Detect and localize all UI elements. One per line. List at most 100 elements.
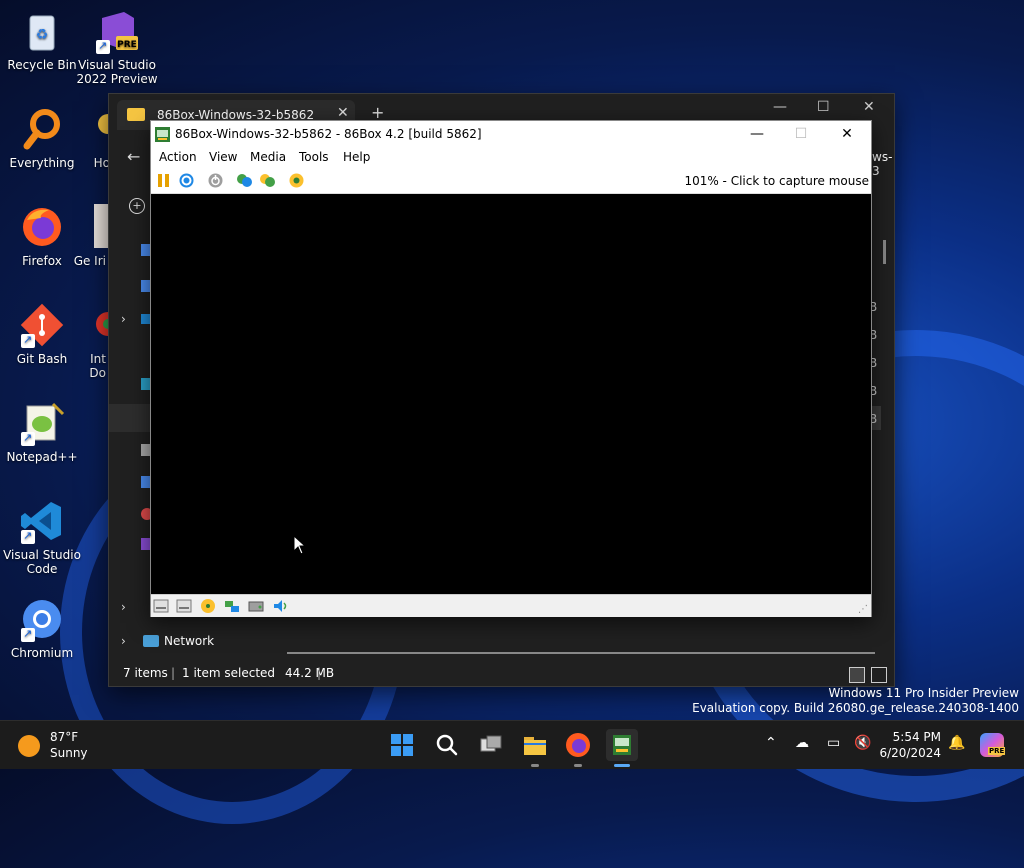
status-separator: | (317, 666, 322, 680)
visual-studio-icon: PRE (94, 8, 140, 54)
86box-menu-bar: Action View Media Tools Help (151, 148, 871, 168)
sound-icon[interactable] (272, 598, 288, 614)
desktop-icon-partial-ge[interactable]: Ge Iri (72, 204, 112, 268)
maximize-icon[interactable]: ☐ (781, 123, 821, 145)
86box-toolbar: 101% - Click to capture mouse (151, 168, 871, 194)
power-icon[interactable] (207, 172, 224, 189)
desktop-icon-label: Chromium (10, 646, 74, 660)
reset-icon[interactable] (178, 172, 195, 189)
ctrl-alt-del-icon[interactable] (236, 172, 253, 189)
86box-window[interactable]: 86Box-Windows-32-b5862 - 86Box 4.2 [buil… (150, 120, 872, 617)
close-icon[interactable]: ✕ (863, 99, 875, 115)
minimize-icon[interactable]: — (773, 99, 787, 115)
network-icon (143, 635, 159, 647)
network-icon[interactable] (224, 598, 240, 614)
ctrl-alt-esc-icon[interactable] (259, 172, 276, 189)
desktop-icon-visual-studio-2022[interactable]: PRE Visual Studio 2022 Preview (75, 8, 159, 86)
horizontal-scrollbar[interactable] (287, 652, 875, 654)
menu-tools[interactable]: Tools (299, 150, 329, 164)
desktop-icon-chromium[interactable]: Chromium (0, 596, 84, 660)
system-clock[interactable]: 5:54 PM 6/20/2024 (875, 729, 941, 761)
desktop-icon-notepad-plus-plus[interactable]: Notepad++ (0, 400, 84, 464)
watermark-line-1: Windows 11 Pro Insider Preview (828, 686, 1019, 700)
clock-time: 5:54 PM (892, 730, 941, 744)
chevron-right-icon[interactable]: › (121, 312, 126, 326)
start-button[interactable] (386, 729, 418, 761)
copilot-preview-icon[interactable]: PRE (980, 733, 1006, 757)
close-icon[interactable]: ✕ (827, 123, 867, 145)
shortcut-arrow-icon (96, 39, 110, 54)
desktop-icon-label: Int Do (89, 352, 106, 380)
desktop-icon-vscode[interactable]: Visual Studio Code (0, 498, 84, 576)
search-button[interactable] (431, 729, 463, 761)
show-hidden-icons-chevron-up-icon[interactable]: ⌃ (765, 735, 777, 751)
chevron-right-icon[interactable]: › (121, 600, 126, 614)
file-explorer-taskbar-button[interactable] (519, 729, 551, 761)
minimize-icon[interactable]: — (737, 123, 777, 145)
scrollbar-thumb[interactable] (883, 240, 886, 264)
desktop-icon-label: Everything (9, 156, 75, 170)
desktop-icon-recycle-bin[interactable]: ♻ Recycle Bin (0, 8, 84, 72)
notification-bell-icon[interactable]: 🔔 (948, 735, 965, 751)
desktop-icon-label: Visual Studio 2022 Preview (76, 58, 158, 86)
desktop-icon-label: Ho (93, 156, 110, 170)
active-indicator (614, 764, 630, 767)
close-tab-icon[interactable]: ✕ (337, 105, 349, 121)
capture-mouse-hint[interactable]: 101% - Click to capture mouse (684, 174, 869, 188)
status-separator: | (171, 666, 176, 680)
maximize-icon[interactable]: ☐ (817, 99, 830, 115)
new-item-icon[interactable]: + (129, 198, 145, 214)
menu-media[interactable]: Media (250, 150, 286, 164)
menu-action[interactable]: Action (159, 150, 197, 164)
running-indicator (531, 764, 539, 767)
running-indicator (574, 764, 582, 767)
desktop-icon-partial-int[interactable]: Int Do (72, 302, 112, 380)
desktop-icon-label: Notepad++ (6, 450, 78, 464)
menu-help[interactable]: Help (343, 150, 370, 164)
pause-icon[interactable] (155, 172, 172, 189)
86box-taskbar-button[interactable] (606, 729, 638, 761)
watermark-line-2: Evaluation copy. Build 26080.ge_release.… (692, 701, 1019, 715)
magnifier-orange-icon (19, 106, 65, 152)
desktop-icon-partial-ho[interactable]: Ho (72, 106, 112, 170)
status-size: 44.2 MB (285, 666, 335, 680)
status-selected: 1 item selected (182, 666, 276, 680)
pre-badge-text: PRE (117, 40, 137, 50)
windows-logo-icon (391, 734, 413, 756)
emulator-screen[interactable] (151, 194, 871, 594)
mouse-cursor-icon (293, 535, 307, 555)
resize-grip-icon[interactable]: ⋰ (858, 604, 868, 615)
taskbar: 87°F Sunny ⌃ ☁ ▭ 🔇 5:54 PM 6/20/2024 🔔 P… (0, 720, 1024, 769)
details-view-button[interactable] (849, 667, 865, 683)
volume-muted-icon[interactable]: 🔇 (854, 735, 871, 751)
onedrive-offline-icon[interactable]: ☁ (795, 735, 809, 751)
nav-item-network[interactable]: Network (164, 634, 214, 648)
86box-status-bar: ⋰ (151, 594, 871, 617)
desktop-icon-label: Ge Iri (73, 254, 106, 268)
firefox-taskbar-button[interactable] (562, 729, 594, 761)
network-monitor-icon[interactable]: ▭ (827, 735, 840, 751)
pre-badge: PRE (988, 747, 1006, 755)
vscode-icon (19, 498, 65, 544)
86box-window-title: 86Box-Windows-32-b5862 - 86Box 4.2 [buil… (175, 127, 482, 141)
task-view-icon (480, 735, 502, 752)
back-arrow-icon[interactable]: ← (127, 147, 140, 166)
hard-disk-icon[interactable] (248, 598, 264, 614)
task-view-button[interactable] (475, 729, 507, 761)
shortcut-arrow-icon (21, 529, 35, 544)
chevron-right-icon[interactable]: › (121, 634, 126, 648)
explorer-clipped-path: ws-3 (872, 150, 893, 178)
desktop-icon-label: Visual Studio Code (3, 548, 81, 576)
tiles-view-button[interactable] (871, 667, 887, 683)
folder-icon (524, 737, 546, 755)
floppy-b-icon[interactable] (176, 598, 192, 614)
floppy-a-icon[interactable] (153, 598, 169, 614)
search-icon (436, 734, 458, 756)
notepad-plus-plus-icon (19, 400, 65, 446)
cdrom-icon[interactable] (200, 598, 216, 614)
86box-title-bar[interactable]: 86Box-Windows-32-b5862 - 86Box 4.2 [buil… (151, 121, 871, 148)
shortcut-arrow-icon (21, 627, 35, 642)
clock-date: 6/20/2024 (879, 746, 941, 760)
settings-icon[interactable] (288, 172, 305, 189)
menu-view[interactable]: View (209, 150, 237, 164)
